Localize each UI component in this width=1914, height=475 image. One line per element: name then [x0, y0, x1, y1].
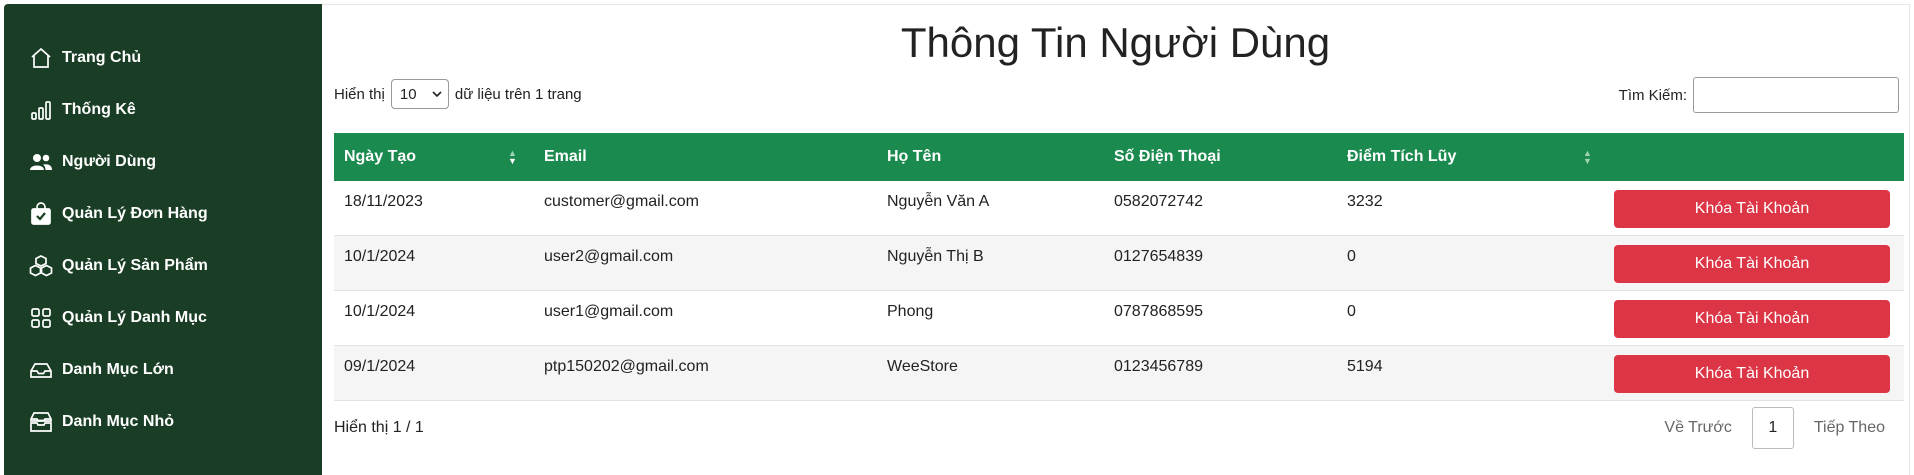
page-length-value: 10 [399, 85, 417, 103]
column-header-label: Ngày Tạo [344, 148, 417, 165]
cell-date: 10/1/2024 [344, 248, 416, 265]
cell-points: 0 [1347, 303, 1356, 320]
pagination: Về Trước 1 Tiếp Theo [1664, 407, 1885, 449]
sidebar: Trang Chủ Thống Kê Người Dùng Quản Lý Đơ… [4, 4, 322, 475]
sidebar-item-small-categories[interactable]: Danh Mục Nhỏ [28, 404, 174, 440]
sidebar-item-label: Người Dùng [62, 153, 157, 170]
chevron-down-icon [432, 91, 442, 98]
cell-phone: 0582072742 [1114, 193, 1203, 210]
sidebar-item-categories[interactable]: Quản Lý Danh Mục [28, 300, 207, 336]
sort-icon: ▲ ▼ [1583, 148, 1592, 166]
page-length-prefix: Hiển thị [334, 85, 385, 103]
cell-points: 5194 [1347, 358, 1383, 375]
page-length-suffix: dữ liệu trên 1 trang [454, 85, 582, 103]
table-header: Ngày Tạo ▲ ▼ Email Họ Tên Số Điện Thoại Đ… [334, 133, 1904, 181]
inboxes-icon [28, 409, 54, 435]
cell-date: 09/1/2024 [344, 358, 416, 375]
table-row: 10/1/2024 user1@gmail.com Phong 07878685… [334, 291, 1904, 346]
cell-name: Nguyễn Văn A [887, 193, 990, 210]
table-row: 09/1/2024 ptp150202@gmail.com WeeStore 0… [334, 346, 1904, 401]
lock-account-button[interactable]: Khóa Tài Khoản [1614, 355, 1890, 393]
chart-bars-icon [28, 97, 54, 123]
page-length-control: Hiển thị 10 dữ liệu trên 1 trang [334, 79, 582, 109]
cell-points: 3232 [1347, 193, 1383, 210]
sidebar-item-label: Quản Lý Danh Mục [62, 309, 207, 326]
inbox-icon [28, 357, 54, 383]
column-header-date[interactable]: Ngày Tạo [344, 133, 416, 181]
main-content: Thông Tin Người Dùng Hiển thị 10 dữ liệu… [322, 4, 1910, 475]
search-label: Tìm Kiếm: [1618, 86, 1687, 104]
column-header-points[interactable]: Điểm Tích Lũy [1347, 133, 1456, 181]
sidebar-item-label: Thống Kê [62, 101, 136, 118]
column-header-label: Họ Tên [887, 148, 942, 165]
lock-account-button[interactable]: Khóa Tài Khoản [1614, 300, 1890, 338]
bag-check-icon [28, 201, 54, 227]
cell-email: ptp150202@gmail.com [544, 358, 709, 375]
page-button[interactable]: 1 [1751, 407, 1794, 449]
page-length-select[interactable]: 10 [390, 79, 449, 109]
column-header-email[interactable]: Email [544, 133, 587, 181]
sidebar-item-big-categories[interactable]: Danh Mục Lớn [28, 352, 174, 388]
cell-date: 18/11/2023 [344, 193, 423, 210]
sidebar-item-home[interactable]: Trang Chủ [28, 40, 141, 76]
sidebar-item-statistics[interactable]: Thống Kê [28, 92, 136, 128]
sidebar-item-orders[interactable]: Quản Lý Đơn Hàng [28, 196, 208, 232]
sidebar-item-label: Danh Mục Nhỏ [62, 413, 174, 430]
table-info: Hiển thị 1 / 1 [334, 419, 424, 436]
sidebar-item-label: Danh Mục Lớn [62, 361, 174, 378]
search-input[interactable] [1693, 77, 1899, 113]
sort-icon: ▲ ▼ [508, 148, 517, 166]
cell-name: WeeStore [887, 358, 958, 375]
page-title: Thông Tin Người Dùng [900, 19, 1331, 66]
cell-points: 0 [1347, 248, 1356, 265]
sidebar-item-label: Trang Chủ [62, 49, 142, 66]
cell-phone: 0123456789 [1114, 358, 1203, 375]
next-page-button[interactable]: Tiếp Theo [1814, 419, 1885, 437]
users-icon [28, 149, 54, 175]
lock-account-button[interactable]: Khóa Tài Khoản [1614, 190, 1890, 228]
lock-account-button[interactable]: Khóa Tài Khoản [1614, 245, 1890, 283]
cell-name: Nguyễn Thị B [887, 248, 984, 265]
column-header-label: Số Điện Thoại [1114, 148, 1221, 165]
table-row: 10/1/2024 user2@gmail.com Nguyễn Thị B 0… [334, 236, 1904, 291]
boxes-icon [28, 253, 54, 279]
cell-email: customer@gmail.com [544, 193, 699, 210]
column-header-phone[interactable]: Số Điện Thoại [1114, 133, 1221, 181]
column-header-name[interactable]: Họ Tên [887, 133, 941, 181]
sidebar-item-products[interactable]: Quản Lý Sản Phẩm [28, 248, 208, 284]
table-row: 18/11/2023 customer@gmail.com Nguyễn Văn… [334, 181, 1904, 236]
sidebar-item-label: Quản Lý Sản Phẩm [62, 257, 208, 274]
cell-email: user2@gmail.com [544, 248, 674, 265]
column-header-label: Điểm Tích Lũy [1347, 148, 1457, 165]
sidebar-item-users[interactable]: Người Dùng [28, 144, 156, 180]
cell-phone: 0787868595 [1114, 303, 1203, 320]
grid-icon [28, 305, 54, 331]
cell-name: Phong [887, 303, 934, 320]
cell-phone: 0127654839 [1114, 248, 1203, 265]
previous-page-button[interactable]: Về Trước [1664, 419, 1731, 437]
sidebar-item-label: Quản Lý Đơn Hàng [62, 205, 208, 222]
search-control: Tìm Kiếm: [1619, 77, 1899, 113]
cell-date: 10/1/2024 [344, 303, 416, 320]
home-icon [28, 45, 54, 71]
cell-email: user1@gmail.com [544, 303, 674, 320]
column-header-label: Email [544, 148, 587, 165]
